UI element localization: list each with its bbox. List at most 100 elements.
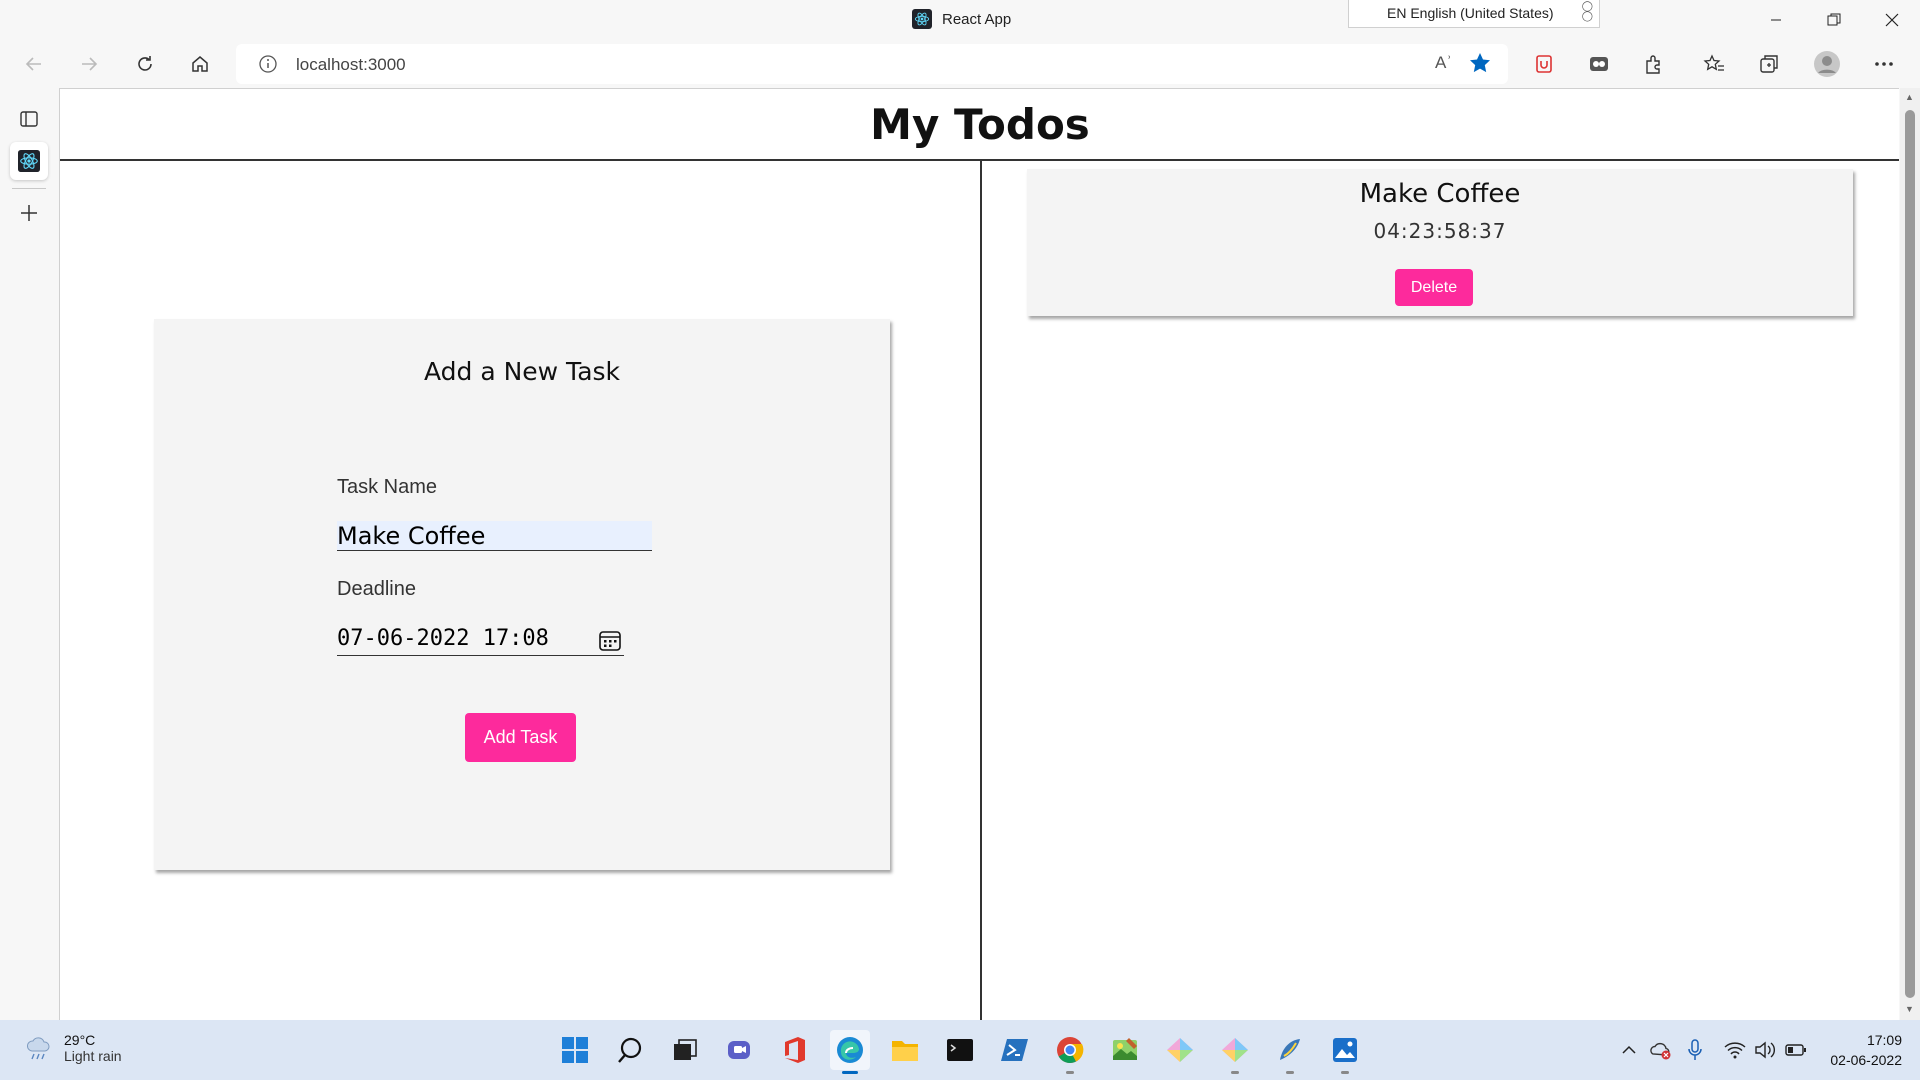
minimize-button[interactable] bbox=[1762, 6, 1790, 34]
start-button[interactable] bbox=[555, 1030, 595, 1070]
ime-label: EN English (United States) bbox=[1387, 5, 1554, 21]
profile-avatar-icon bbox=[1814, 51, 1840, 77]
tab-react-app[interactable] bbox=[10, 142, 48, 180]
back-arrow-icon bbox=[25, 57, 41, 71]
tab-title[interactable]: React App bbox=[912, 9, 1011, 29]
python-feather-icon bbox=[1280, 1039, 1300, 1060]
refresh-button[interactable] bbox=[129, 48, 161, 80]
more-dots-icon bbox=[1875, 62, 1893, 66]
calendar-picker-icon[interactable] bbox=[598, 628, 622, 657]
deadline-label: Deadline bbox=[337, 578, 416, 600]
paint-app-button[interactable] bbox=[1105, 1030, 1145, 1070]
rain-cloud-icon bbox=[26, 1037, 50, 1060]
pdf-extension-button[interactable] bbox=[1528, 48, 1560, 80]
weather-condition: Light rain bbox=[64, 1048, 122, 1064]
url-text[interactable]: localhost:3000 bbox=[296, 55, 406, 75]
git-diamond-icon-2 bbox=[1222, 1038, 1248, 1062]
terminal-button[interactable] bbox=[940, 1030, 980, 1070]
search-button[interactable] bbox=[610, 1030, 650, 1070]
close-icon bbox=[1885, 13, 1899, 27]
add-task-form: Add a New Task Task Name Deadline 07-06-… bbox=[154, 319, 890, 870]
add-task-button[interactable]: Add Task bbox=[465, 713, 576, 762]
photos-icon bbox=[1333, 1038, 1357, 1062]
microphone-icon bbox=[1688, 1039, 1702, 1060]
running-app-indicator-4 bbox=[1341, 1071, 1349, 1074]
read-aloud-icon[interactable]: Aʾ bbox=[1435, 53, 1452, 73]
scroll-thumb[interactable] bbox=[1905, 110, 1915, 998]
favorites-button[interactable] bbox=[1698, 48, 1730, 80]
powershell-icon bbox=[1001, 1039, 1028, 1061]
forward-button[interactable] bbox=[73, 48, 105, 80]
settings-more-button[interactable] bbox=[1868, 48, 1900, 80]
taskbar-clock[interactable]: 17:09 02-06-2022 bbox=[1830, 1030, 1902, 1070]
extensions-button[interactable] bbox=[1638, 48, 1670, 80]
microphone-button[interactable] bbox=[1684, 1036, 1706, 1064]
todo-name: Make Coffee bbox=[1359, 179, 1521, 209]
new-tab-button[interactable] bbox=[10, 194, 48, 232]
active-app-indicator bbox=[842, 1071, 858, 1074]
deadline-value[interactable]: 07-06-2022 17:08 bbox=[337, 626, 549, 651]
chat-icon bbox=[728, 1041, 750, 1059]
address-bar[interactable]: localhost:3000 Aʾ bbox=[236, 44, 1508, 84]
teams-chat-button[interactable] bbox=[720, 1030, 760, 1070]
weather-temperature: 29°C bbox=[64, 1032, 96, 1048]
paint-icon bbox=[1113, 1038, 1137, 1060]
photos-app-button[interactable] bbox=[1325, 1030, 1365, 1074]
collections-icon bbox=[1760, 55, 1778, 73]
deadline-input[interactable]: 07-06-2022 17:08 bbox=[337, 626, 624, 656]
chevron-up-icon bbox=[1622, 1045, 1636, 1054]
task-view-button[interactable] bbox=[665, 1030, 705, 1070]
page-scrollbar[interactable]: ▲ ▼ bbox=[1900, 88, 1920, 1020]
office-app-button[interactable] bbox=[775, 1030, 815, 1070]
restore-button[interactable] bbox=[1820, 6, 1848, 34]
volume-button[interactable] bbox=[1752, 1036, 1778, 1064]
wifi-button[interactable] bbox=[1722, 1036, 1748, 1064]
search-icon bbox=[618, 1037, 642, 1063]
running-app-indicator-3 bbox=[1286, 1071, 1294, 1074]
windows-logo-icon bbox=[562, 1037, 588, 1063]
scroll-up-arrow-icon[interactable]: ▲ bbox=[1905, 92, 1914, 102]
browser-toolbar: localhost:3000 Aʾ bbox=[0, 40, 1920, 88]
react-logo-icon bbox=[912, 9, 932, 29]
git-diamond-icon bbox=[1167, 1038, 1193, 1062]
file-explorer-button[interactable] bbox=[885, 1030, 925, 1070]
python-idle-button[interactable] bbox=[1270, 1030, 1310, 1074]
edge-app-button[interactable] bbox=[830, 1030, 870, 1074]
onedrive-status-button[interactable] bbox=[1648, 1036, 1674, 1064]
git-app-button[interactable] bbox=[1160, 1030, 1200, 1070]
favorite-star-icon[interactable] bbox=[1468, 51, 1492, 80]
scroll-down-arrow-icon[interactable]: ▼ bbox=[1905, 1004, 1914, 1014]
plus-icon bbox=[21, 205, 37, 221]
git-app-2-button[interactable] bbox=[1215, 1030, 1255, 1074]
terminal-icon bbox=[947, 1039, 973, 1061]
back-button[interactable] bbox=[18, 48, 50, 80]
profile-button[interactable] bbox=[1811, 48, 1843, 80]
site-info-icon[interactable] bbox=[258, 54, 278, 79]
window-title: React App bbox=[942, 10, 1012, 28]
weather-widget[interactable]: 29°C Light rain bbox=[24, 1032, 122, 1064]
battery-icon bbox=[1785, 1044, 1806, 1056]
tab-actions-button[interactable] bbox=[10, 100, 48, 138]
forward-arrow-icon bbox=[82, 57, 98, 71]
running-app-indicator-2 bbox=[1231, 1071, 1239, 1074]
chrome-button[interactable] bbox=[1050, 1030, 1090, 1074]
ime-language-indicator[interactable]: EN English (United States) ◯ ◯ bbox=[1348, 0, 1600, 28]
collections-button[interactable] bbox=[1753, 48, 1785, 80]
todo-countdown: 04:23:58:37 bbox=[1373, 219, 1507, 243]
tracking-extension-icon bbox=[1590, 57, 1608, 71]
form-heading: Add a New Task bbox=[423, 357, 621, 386]
close-window-button[interactable] bbox=[1878, 6, 1906, 34]
show-hidden-icons-button[interactable] bbox=[1616, 1036, 1642, 1064]
wifi-icon bbox=[1724, 1042, 1746, 1059]
ime-expand-icon[interactable]: ◯ ◯ bbox=[1582, 2, 1593, 22]
delete-todo-button[interactable]: Delete bbox=[1395, 269, 1473, 306]
extension-button[interactable] bbox=[1583, 48, 1615, 80]
page-viewport: My Todos Add a New Task Task Name Deadli… bbox=[59, 88, 1899, 1020]
battery-button[interactable] bbox=[1782, 1036, 1810, 1064]
onedrive-error-icon bbox=[1650, 1042, 1671, 1060]
chrome-icon bbox=[1057, 1037, 1084, 1063]
page-title: My Todos bbox=[870, 100, 1090, 149]
home-button[interactable] bbox=[184, 48, 216, 80]
task-name-input[interactable] bbox=[337, 521, 652, 551]
powershell-button[interactable] bbox=[995, 1030, 1035, 1070]
